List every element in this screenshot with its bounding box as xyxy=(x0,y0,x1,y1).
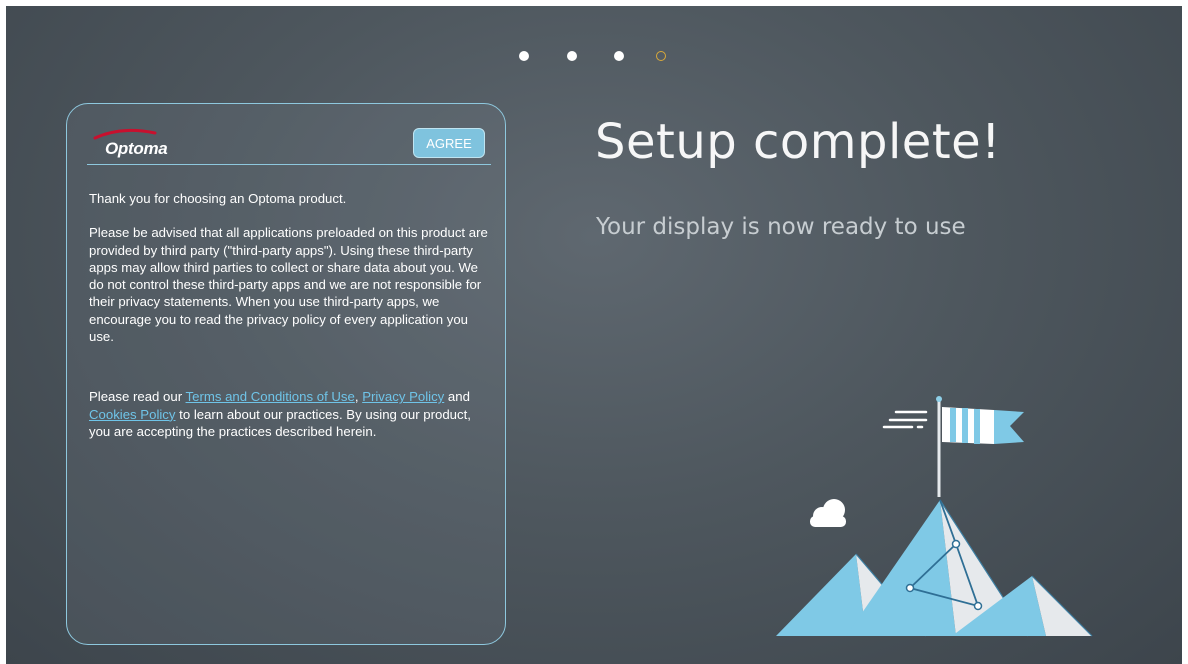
progress-dot-1 xyxy=(519,51,529,61)
setup-subtitle: Your display is now ready to use xyxy=(596,214,966,240)
read-our-text: Please read our xyxy=(89,389,186,405)
privacy-notice-card: Optoma AGREE Thank you for choosing an O… xyxy=(66,103,506,645)
speed-lines-icon xyxy=(882,410,928,429)
setup-title: Setup complete! xyxy=(595,114,1001,170)
flag-icon xyxy=(942,407,1024,444)
optoma-logo: Optoma xyxy=(91,126,201,160)
progress-dot-4-current xyxy=(656,51,666,61)
terms-link[interactable]: Terms and Conditions of Use xyxy=(186,389,355,404)
notice-body: Thank you for choosing an Optoma product… xyxy=(89,190,491,440)
progress-dot-3 xyxy=(614,51,624,61)
progress-indicator xyxy=(6,51,1182,65)
progress-dot-2 xyxy=(567,51,577,61)
privacy-policy-link[interactable]: Privacy Policy xyxy=(362,389,444,404)
setup-screen: Optoma AGREE Thank you for choosing an O… xyxy=(6,6,1182,664)
agree-button[interactable]: AGREE xyxy=(413,128,485,158)
thank-you-text: Thank you for choosing an Optoma product… xyxy=(89,191,347,206)
cloud-icon xyxy=(810,499,846,527)
logo-text: Optoma xyxy=(105,139,168,158)
policies-paragraph: Please read our Terms and Conditions of … xyxy=(89,388,491,440)
notice-header: Optoma AGREE xyxy=(87,122,491,165)
mountain-flag-illustration-icon xyxy=(766,390,1096,640)
cookies-policy-link[interactable]: Cookies Policy xyxy=(89,407,176,422)
advisory-text: Please be advised that all applications … xyxy=(89,225,488,345)
and-text: and xyxy=(444,389,470,405)
